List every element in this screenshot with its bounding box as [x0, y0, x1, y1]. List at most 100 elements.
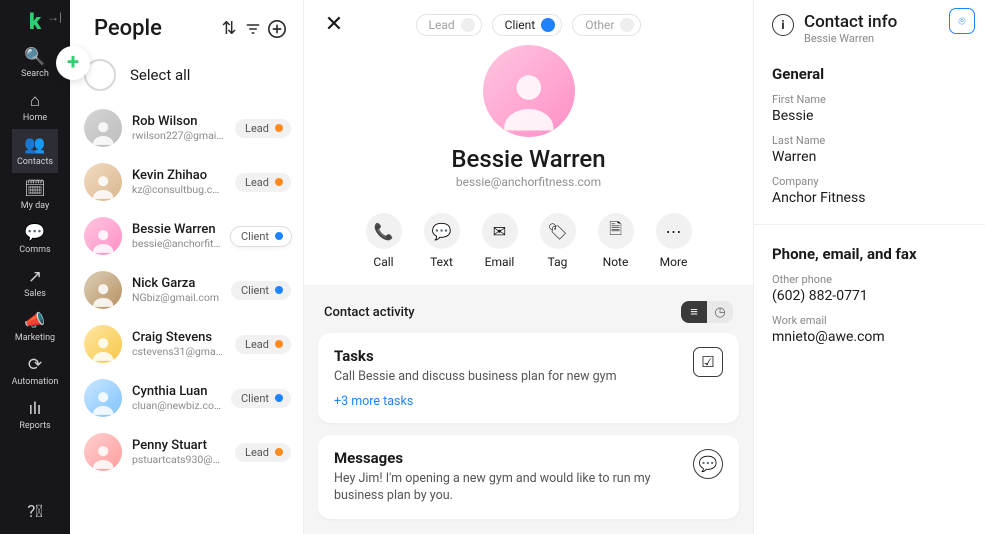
action-text[interactable]: 💬Text — [424, 213, 460, 269]
tasks-title: Tasks — [334, 347, 681, 365]
contact-row[interactable]: Penny Stuartpstuartcats930@gmail.comLead — [70, 425, 303, 479]
status-lead[interactable]: Lead — [416, 14, 482, 36]
contact-name: Rob Wilson — [132, 114, 225, 130]
add-fab[interactable]: + — [56, 46, 90, 80]
checklist-icon: ☑ — [693, 347, 723, 377]
action-more-icon: ⋯ — [656, 213, 692, 249]
rail-search-icon: 🔍 — [24, 49, 45, 66]
rail-home[interactable]: ⌂Home — [12, 85, 59, 129]
people-list: Rob Wilsonrwilson227@gmail.comLeadKevin … — [70, 101, 303, 534]
add-icon[interactable] — [265, 17, 289, 41]
first-name-label: First Name — [772, 93, 967, 106]
rail-myday[interactable]: 🗓My day — [12, 173, 59, 217]
people-column: People ⇅ Select all Rob Wilsonrwilson227… — [70, 0, 304, 534]
nav-rail: k →| 🔍Search⌂Home👥Contacts🗓My day💬Comms↗… — [0, 0, 70, 534]
rail-automation-icon: ⟳ — [28, 357, 42, 374]
status-pill-label: Lead — [245, 446, 269, 459]
action-email[interactable]: ✉Email — [482, 213, 518, 269]
collapse-icon[interactable]: →| — [47, 10, 62, 24]
status-client[interactable]: Client — [492, 14, 563, 36]
rail-contacts[interactable]: 👥 Contacts — [12, 129, 59, 173]
status-pill[interactable]: Client — [231, 227, 291, 246]
action-tag[interactable]: 🏷Tag — [540, 213, 576, 269]
sort-icon[interactable]: ⇅ — [217, 17, 241, 41]
contact-row[interactable]: Craig Stevenscstevens31@gmail.com Lead — [70, 317, 303, 371]
select-all[interactable]: Select all — [70, 51, 303, 101]
close-icon[interactable]: ✕ — [320, 12, 348, 37]
status-pill[interactable]: Client — [231, 389, 291, 408]
status-pill[interactable]: Lead — [235, 335, 291, 354]
contact-row[interactable]: Nick GarzaNGbiz@gmail.comClient — [70, 263, 303, 317]
action-more[interactable]: ⋯ More — [656, 213, 692, 269]
rail-reports-icon: ılı — [29, 401, 42, 418]
avatar — [84, 271, 122, 309]
status-dot — [275, 340, 283, 348]
company-value: Anchor Fitness — [772, 190, 967, 206]
status-dot — [275, 124, 283, 132]
contact-row[interactable]: Kevin Zhihaokz@consultbug.comLead — [70, 155, 303, 209]
action-note-icon: 🗎 — [598, 213, 634, 249]
contact-row[interactable]: Bessie Warrenbessie@anchorfitness.comCli… — [70, 209, 303, 263]
work-email-value: mnieto@awe.com — [772, 329, 967, 345]
activity-view-toggle[interactable]: ≡ ◷ — [681, 301, 733, 323]
contact-row[interactable]: Cynthia Luancluan@newbiz.com Client — [70, 371, 303, 425]
status-other[interactable]: Other — [572, 14, 641, 36]
status-dot — [275, 178, 283, 186]
status-pill[interactable]: Lead — [235, 119, 291, 138]
status-pill-label: Client — [241, 230, 269, 243]
rail-comms[interactable]: 💬Comms — [12, 217, 59, 261]
status-pill-label: Client — [241, 284, 269, 297]
chat-icon: 💬 — [693, 449, 723, 479]
rail-contacts-icon: 👥 — [24, 137, 45, 154]
rail-reports[interactable]: ılı Reports — [12, 393, 59, 437]
divider — [754, 224, 985, 225]
rail-home-icon: ⌂ — [30, 93, 40, 110]
status-pill[interactable]: Lead — [235, 173, 291, 192]
status-pill[interactable]: Lead — [235, 443, 291, 462]
status-dot — [275, 394, 283, 402]
list-view-icon: ≡ — [681, 301, 707, 323]
scan-icon[interactable]: ⌾ — [949, 8, 975, 34]
contact-actions: 📞Call 💬Text ✉Email 🏷Tag 🗎Note ⋯ More — [304, 203, 753, 285]
rail-search[interactable]: 🔍 Search — [12, 41, 59, 85]
rail-reports-label: Reports — [19, 421, 50, 431]
contact-sub: pstuartcats930@gmail.com — [132, 454, 225, 467]
tasks-card[interactable]: Tasks Call Bessie and discuss business p… — [318, 333, 739, 423]
avatar — [84, 379, 122, 417]
rail-contacts-label: Contacts — [17, 157, 53, 167]
contact-sub: kz@consultbug.com — [132, 184, 225, 197]
info-icon: i — [772, 14, 794, 36]
activity-heading: Contact activity — [324, 305, 415, 320]
info-panel: ⌾ i Contact info Bessie Warren General F… — [753, 0, 985, 534]
contact-name: Cynthia Luan — [132, 384, 221, 400]
rail-search-label: Search — [21, 69, 49, 79]
contact-sub: cluan@newbiz.com — [132, 400, 221, 413]
filter-icon[interactable] — [241, 17, 265, 41]
messages-title: Messages — [334, 449, 681, 467]
contact-name: Nick Garza — [132, 276, 221, 292]
contact-sub: cstevens31@gmail.com — [132, 346, 225, 359]
action-more-label: More — [660, 255, 688, 269]
action-note[interactable]: 🗎Note — [598, 213, 634, 269]
avatar — [84, 163, 122, 201]
messages-card[interactable]: Messages Hey Jim! I'm opening a new gym … — [318, 435, 739, 519]
rail-automation[interactable]: ⟳ Automation — [12, 349, 59, 393]
plus-icon: + — [67, 52, 79, 74]
contact-avatar — [483, 45, 575, 137]
action-call[interactable]: 📞Call — [366, 213, 402, 269]
rail-marketing[interactable]: 📣Marketing — [12, 305, 59, 349]
rail-automation-label: Automation — [12, 377, 59, 387]
help-icon[interactable]: ?⃝ — [27, 490, 43, 534]
contact-row[interactable]: Rob Wilsonrwilson227@gmail.comLead — [70, 101, 303, 155]
general-heading: General — [772, 65, 967, 83]
avatar — [84, 325, 122, 363]
tasks-body: Call Bessie and discuss business plan fo… — [334, 369, 681, 386]
timeline-view-icon: ◷ — [707, 301, 733, 323]
status-pill[interactable]: Client — [231, 281, 291, 300]
rail-sales[interactable]: ↗Sales — [12, 261, 59, 305]
tasks-more-link[interactable]: +3 more tasks — [334, 394, 413, 409]
avatar — [84, 433, 122, 471]
select-all-label: Select all — [130, 66, 190, 84]
action-tag-icon: 🏷 — [540, 213, 576, 249]
contact-name: Craig Stevens — [132, 330, 225, 346]
